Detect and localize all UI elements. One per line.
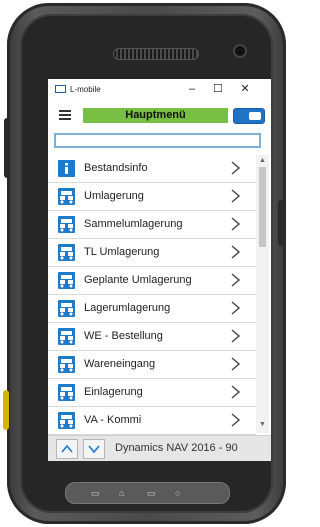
scrollbar-thumb[interactable] bbox=[259, 167, 266, 247]
app-window-icon bbox=[55, 85, 66, 93]
close-button[interactable]: ✕ bbox=[238, 82, 252, 96]
forklift-icon bbox=[58, 272, 75, 289]
chevron-right-icon bbox=[231, 161, 241, 175]
hardware-nav-bar: ▭ ⌂ ▭ ○ bbox=[65, 482, 230, 504]
chevron-right-icon bbox=[231, 245, 241, 259]
forklift-icon bbox=[58, 216, 75, 233]
menu-item-label: Lagerumlagerung bbox=[84, 302, 171, 314]
maximize-button[interactable]: ☐ bbox=[211, 82, 225, 96]
search-key-icon[interactable]: ○ bbox=[175, 488, 180, 498]
side-button-left bbox=[4, 118, 10, 178]
menu-item-geplante-umlagerung[interactable]: Geplante Umlagerung bbox=[48, 267, 256, 295]
menu-item-umlagerung[interactable]: Umlagerung bbox=[48, 183, 256, 211]
menu-item-label: VA - Kommi bbox=[84, 414, 142, 426]
menu-item-label: Bestandsinfo bbox=[84, 162, 148, 174]
menu-item-einlagerung[interactable]: Einlagerung bbox=[48, 379, 256, 407]
window-titlebar: L-mobile – ☐ ✕ bbox=[48, 79, 271, 99]
menu-item-label: Sammelumlagerung bbox=[84, 218, 183, 230]
page-title: Hauptmenü bbox=[83, 108, 228, 123]
chevron-right-icon bbox=[231, 385, 241, 399]
menu-item-sammelumlagerung[interactable]: Sammelumlagerung bbox=[48, 211, 256, 239]
menu-item-bestandsinfo[interactable]: Bestandsinfo bbox=[48, 155, 256, 183]
footer-bar: Dynamics NAV 2016 - 90 bbox=[48, 435, 271, 461]
forklift-icon bbox=[58, 188, 75, 205]
side-button-right bbox=[278, 200, 284, 246]
page-down-button[interactable] bbox=[83, 439, 105, 459]
main-menu-list: Bestandsinfo Umlagerung Sammelumlagerung bbox=[48, 155, 256, 435]
forklift-icon bbox=[58, 328, 75, 345]
chevron-right-icon bbox=[231, 301, 241, 315]
screen: L-mobile – ☐ ✕ Hauptmenü Bestandsinfo Um… bbox=[48, 79, 271, 461]
scroll-down-arrow-icon[interactable]: ▼ bbox=[259, 421, 266, 428]
chevron-right-icon bbox=[231, 273, 241, 287]
menu-item-lagerumlagerung[interactable]: Lagerumlagerung bbox=[48, 295, 256, 323]
search-row bbox=[48, 129, 271, 153]
list-scrollbar[interactable]: ▲ ▼ bbox=[256, 155, 269, 433]
menu-item-label: Umlagerung bbox=[84, 190, 144, 202]
menu-item-label: Geplante Umlagerung bbox=[84, 274, 192, 286]
forklift-icon bbox=[58, 300, 75, 317]
menu-item-label: WE - Bestellung bbox=[84, 330, 163, 342]
page-up-button[interactable] bbox=[56, 439, 78, 459]
chevron-right-icon bbox=[231, 189, 241, 203]
forklift-icon bbox=[58, 384, 75, 401]
toggle-knob bbox=[249, 112, 261, 120]
menu-item-we-bestellung[interactable]: WE - Bestellung bbox=[48, 323, 256, 351]
menu-item-label: Wareneingang bbox=[84, 358, 156, 370]
connection-status: Dynamics NAV 2016 - 90 bbox=[115, 442, 238, 454]
home-key-icon[interactable]: ⌂ bbox=[119, 488, 124, 498]
chevron-right-icon bbox=[231, 357, 241, 371]
speaker-grille bbox=[113, 48, 199, 60]
minimize-button[interactable]: – bbox=[185, 82, 199, 96]
scroll-up-arrow-icon[interactable]: ▲ bbox=[259, 157, 266, 164]
menu-item-va-kommi[interactable]: VA - Kommi bbox=[48, 407, 256, 435]
menu-item-tl-umlagerung[interactable]: TL Umlagerung bbox=[48, 239, 256, 267]
scan-button bbox=[3, 390, 9, 430]
device-frame: L-mobile – ☐ ✕ Hauptmenü Bestandsinfo Um… bbox=[0, 0, 293, 527]
forklift-icon bbox=[58, 412, 75, 429]
info-icon bbox=[58, 160, 75, 177]
menu-key-icon[interactable]: ▭ bbox=[147, 488, 156, 499]
window-title: L-mobile bbox=[70, 84, 101, 94]
front-camera bbox=[233, 44, 247, 58]
search-input[interactable] bbox=[54, 133, 261, 148]
mode-toggle[interactable] bbox=[233, 108, 265, 124]
menu-item-label: Einlagerung bbox=[84, 386, 143, 398]
forklift-icon bbox=[58, 356, 75, 373]
chevron-down-icon bbox=[88, 445, 100, 454]
menu-item-wareneingang[interactable]: Wareneingang bbox=[48, 351, 256, 379]
forklift-icon bbox=[58, 244, 75, 261]
header-bar: Hauptmenü bbox=[48, 106, 271, 126]
chevron-right-icon bbox=[231, 217, 241, 231]
chevron-right-icon bbox=[231, 329, 241, 343]
hamburger-menu-icon[interactable] bbox=[59, 110, 71, 120]
chevron-right-icon bbox=[231, 413, 241, 427]
chevron-up-icon bbox=[61, 444, 73, 453]
menu-item-label: TL Umlagerung bbox=[84, 246, 160, 258]
back-key-icon[interactable]: ▭ bbox=[91, 488, 100, 499]
